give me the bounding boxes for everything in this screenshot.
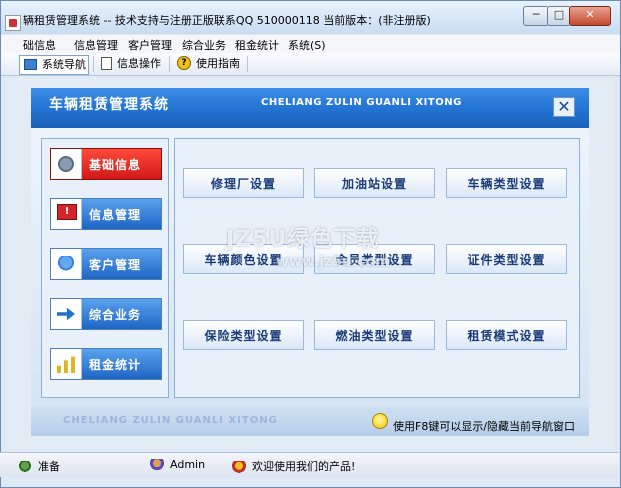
tool-label: 使用指南 bbox=[196, 57, 240, 70]
watermark-logo: JZ5U绿色下载 bbox=[226, 227, 380, 252]
user-icon bbox=[150, 459, 164, 471]
footer-watermark: CHELIANG ZULIN GUANLI XITONG bbox=[63, 415, 278, 426]
warning-icon: ! bbox=[57, 204, 77, 220]
gear-icon bbox=[58, 156, 74, 172]
sidebar-item-label: 租金统计 bbox=[89, 358, 142, 372]
menu-customer-management[interactable]: 客户管理 bbox=[128, 37, 172, 53]
sidebar-item-label: 基础信息 bbox=[89, 158, 142, 172]
window-title: 辆租赁管理系统 -- 技术支持与注册正版联系QQ 510000118 当前版本：… bbox=[23, 14, 431, 27]
sidebar-item-customer-management[interactable]: 客户管理 bbox=[50, 248, 162, 280]
tool-system-navigation[interactable]: 系统导航 bbox=[19, 55, 89, 75]
tool-info-operations[interactable]: 信息操作 bbox=[97, 55, 167, 73]
menu-bar: 础信息 信息管理 客户管理 综合业务 租金统计 系统(S) bbox=[1, 35, 620, 53]
toolbar-divider bbox=[247, 56, 248, 72]
vehicle-type-settings-button[interactable]: 车辆类型设置 bbox=[446, 168, 567, 198]
sidebar-item-business[interactable]: 综合业务 bbox=[50, 298, 162, 330]
arrow-icon bbox=[57, 307, 75, 321]
app-icon bbox=[5, 15, 21, 31]
lightbulb-icon bbox=[372, 413, 388, 429]
rental-mode-settings-button[interactable]: 租赁模式设置 bbox=[446, 320, 567, 350]
tool-label: 信息操作 bbox=[117, 57, 161, 70]
help-icon: ? bbox=[177, 56, 191, 70]
tool-user-guide[interactable]: ? 使用指南 bbox=[173, 55, 245, 73]
maximize-button[interactable]: □ bbox=[547, 6, 571, 26]
sidebar-item-basic-info[interactable]: 基础信息 bbox=[50, 148, 162, 180]
menu-system[interactable]: 系统(S) bbox=[288, 37, 326, 53]
header-title: 车辆租赁管理系统 bbox=[49, 97, 169, 113]
gas-station-settings-button[interactable]: 加油站设置 bbox=[314, 168, 435, 198]
menu-basic-info[interactable]: 础信息 bbox=[23, 37, 56, 53]
menu-rent-statistics[interactable]: 租金统计 bbox=[235, 37, 279, 53]
toolbar-divider bbox=[169, 56, 170, 72]
title-bar: 辆租赁管理系统 -- 技术支持与注册正版联系QQ 510000118 当前版本：… bbox=[1, 1, 620, 34]
status-user: Admin bbox=[150, 458, 205, 471]
insurance-type-settings-button[interactable]: 保险类型设置 bbox=[183, 320, 304, 350]
status-user-text: Admin bbox=[170, 458, 206, 471]
f8-hint-text: 使用F8键可以显示/隐藏当前导航窗口 bbox=[393, 420, 576, 433]
sidebar-item-label: 信息管理 bbox=[89, 208, 142, 222]
fuel-type-settings-button[interactable]: 燃油类型设置 bbox=[314, 320, 435, 350]
monitor-icon bbox=[24, 58, 37, 70]
close-navigation-icon[interactable]: ✕ bbox=[553, 97, 575, 117]
status-message: 欢迎使用我们的产品! bbox=[232, 458, 355, 474]
menu-business[interactable]: 综合业务 bbox=[182, 37, 226, 53]
sidebar-item-label: 综合业务 bbox=[89, 308, 142, 322]
menu-info-management[interactable]: 信息管理 bbox=[74, 37, 118, 53]
watermark-url: www.jz5u.com bbox=[276, 254, 390, 270]
users-icon bbox=[56, 256, 76, 272]
sidebar-item-label: 客户管理 bbox=[89, 258, 142, 272]
minimize-button[interactable]: ─ bbox=[523, 6, 549, 26]
repair-shop-settings-button[interactable]: 修理厂设置 bbox=[183, 168, 304, 198]
document-icon bbox=[101, 56, 112, 70]
status-message-text: 欢迎使用我们的产品! bbox=[252, 460, 356, 473]
chart-icon bbox=[57, 356, 75, 373]
status-ready-text: 准备 bbox=[38, 460, 60, 473]
status-bar: 准备 Admin 欢迎使用我们的产品! bbox=[0, 452, 619, 477]
toolbar: 系统导航 信息操作 ? 使用指南 bbox=[1, 53, 620, 76]
tool-label: 系统导航 bbox=[42, 58, 86, 71]
sidebar-item-rent-statistics[interactable]: 租金统计 bbox=[50, 348, 162, 380]
id-type-settings-button[interactable]: 证件类型设置 bbox=[446, 244, 567, 274]
welcome-icon bbox=[232, 461, 246, 473]
close-window-button[interactable]: ✕ bbox=[569, 6, 611, 26]
header-subtitle: CHELIANG ZULIN GUANLI XITONG bbox=[261, 97, 462, 108]
toolbar-divider bbox=[93, 56, 94, 72]
status-ready: 准备 bbox=[18, 458, 60, 474]
ready-icon bbox=[18, 461, 32, 473]
sidebar-item-info-management[interactable]: ! 信息管理 bbox=[50, 198, 162, 230]
navigation-header: 车辆租赁管理系统 CHELIANG ZULIN GUANLI XITONG bbox=[31, 88, 589, 128]
